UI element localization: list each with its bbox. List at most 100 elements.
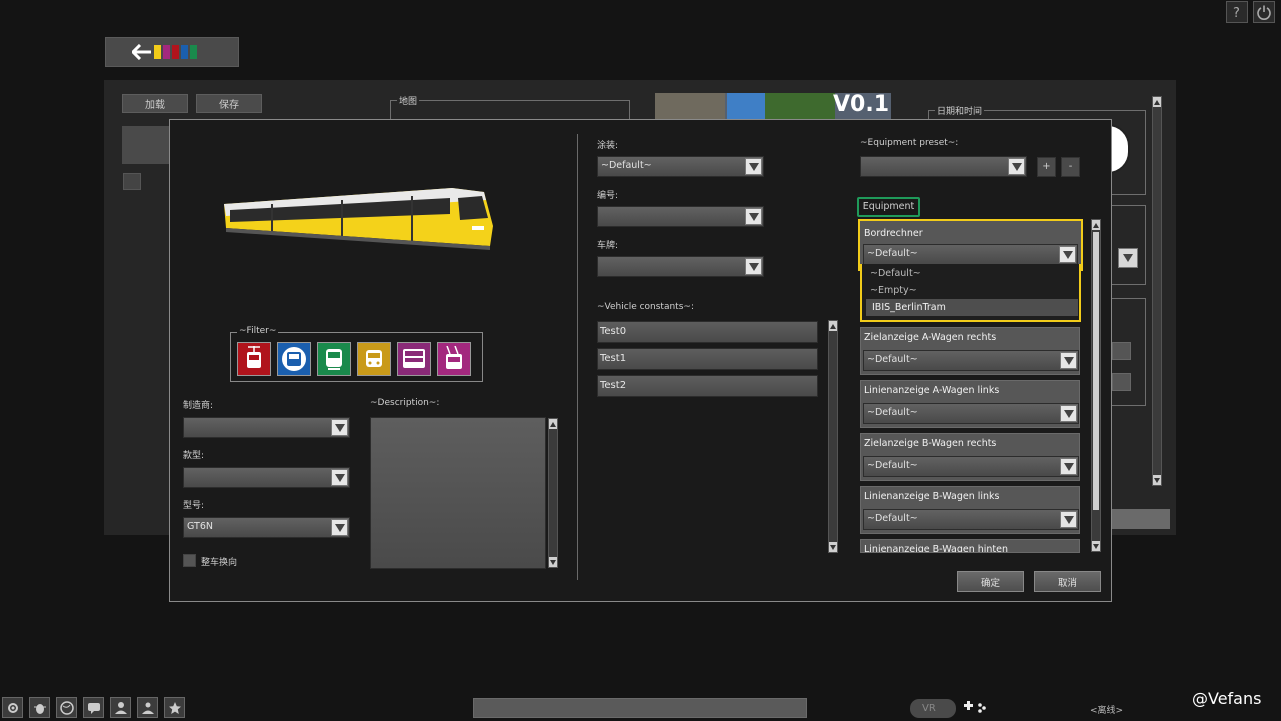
equipment-card[interactable]: Zielanzeige A-Wagen rechts ~Default~ — [860, 327, 1080, 375]
tram-icon[interactable] — [237, 342, 271, 376]
equipment-value: ~Default~ — [867, 407, 918, 418]
chevron-down-icon[interactable] — [1060, 405, 1077, 422]
trolleybus-icon[interactable] — [437, 342, 471, 376]
dropdown-option[interactable]: ~Empty~ — [870, 285, 917, 296]
scroll-up-icon[interactable] — [1092, 220, 1100, 230]
chevron-down-icon[interactable] — [331, 469, 348, 486]
constant-item[interactable]: Test1 — [597, 348, 818, 370]
reverse-checkbox[interactable] — [183, 554, 196, 567]
chevron-down-icon[interactable] — [745, 208, 762, 225]
person-icon[interactable] — [110, 697, 131, 718]
dropdown-option-selected[interactable]: IBIS_BerlinTram — [866, 299, 1078, 316]
equipment-value: ~Default~ — [867, 354, 918, 365]
plate-select[interactable] — [597, 256, 764, 277]
background-tile — [122, 126, 170, 164]
equipment-select[interactable]: ~Default~ — [863, 403, 1079, 424]
chevron-down-icon[interactable] — [331, 419, 348, 436]
bug-icon[interactable] — [29, 697, 50, 718]
preset-remove-button[interactable]: - — [1061, 157, 1080, 177]
cancel-button[interactable]: 取消 — [1034, 571, 1101, 592]
vr-toggle[interactable]: VR — [910, 699, 956, 718]
livery-value: ~Default~ — [601, 160, 652, 171]
background-button[interactable] — [1112, 509, 1170, 529]
equipment-select[interactable]: ~Default~ — [863, 509, 1079, 530]
chevron-down-icon[interactable] — [1060, 352, 1077, 369]
datetime-legend: 日期和时间 — [935, 104, 985, 117]
preset-add-button[interactable]: + — [1037, 157, 1056, 177]
chevron-down-icon[interactable] — [745, 258, 762, 275]
equipment-card[interactable]: Linienanzeige A-Wagen links ~Default~ — [860, 380, 1080, 428]
equipment-select[interactable]: ~Default~ — [863, 350, 1079, 371]
background-scrollbar[interactable] — [1152, 96, 1162, 486]
number-select[interactable] — [597, 206, 764, 227]
chevron-down-icon[interactable] — [1118, 248, 1138, 268]
equipment-title: Bordrechner — [864, 228, 923, 239]
double-decker-icon[interactable] — [397, 342, 431, 376]
constant-item[interactable]: Test0 — [597, 321, 818, 343]
equipment-preset-label: ~Equipment preset~: — [860, 138, 959, 148]
tram-preview-image — [222, 186, 494, 256]
back-button[interactable] — [105, 37, 239, 67]
chevron-down-icon[interactable] — [1059, 246, 1076, 263]
model-select[interactable] — [183, 467, 350, 488]
background-small-button[interactable] — [123, 173, 141, 190]
color-swatch — [181, 45, 188, 59]
equipment-title: Zielanzeige B-Wagen rechts — [864, 438, 997, 449]
help-icon[interactable]: ? — [1226, 1, 1248, 23]
save-button[interactable]: 保存 — [196, 94, 262, 113]
type-label: 型号: — [183, 501, 205, 511]
scroll-up-icon[interactable] — [829, 321, 837, 331]
globe-icon[interactable] — [56, 697, 77, 718]
dropdown-option[interactable]: ~Default~ — [870, 268, 921, 279]
tram-yellow-icon[interactable] — [357, 342, 391, 376]
equipment-scrollbar[interactable] — [1091, 219, 1101, 552]
gamepad-icon[interactable] — [960, 700, 990, 716]
train-icon[interactable] — [317, 342, 351, 376]
equipment-preset-select[interactable] — [860, 156, 1027, 177]
filter-legend: ~Filter~ — [237, 326, 279, 336]
scroll-down-icon[interactable] — [829, 542, 837, 552]
chevron-down-icon[interactable] — [745, 158, 762, 175]
background-small-button[interactable] — [1112, 373, 1131, 391]
star-icon[interactable] — [164, 697, 185, 718]
background-fieldset — [1112, 205, 1146, 285]
settings-icon[interactable] — [2, 697, 23, 718]
equipment-select[interactable]: ~Default~ — [863, 456, 1079, 477]
equipment-card[interactable]: Zielanzeige B-Wagen rechts ~Default~ — [860, 433, 1080, 481]
type-select[interactable]: GT6N — [183, 517, 350, 538]
equipment-card[interactable]: Linienanzeige B-Wagen links ~Default~ — [860, 486, 1080, 534]
description-scrollbar[interactable] — [548, 418, 558, 568]
group-icon[interactable] — [137, 697, 158, 718]
scroll-down-icon[interactable] — [1092, 541, 1100, 551]
chat-icon[interactable] — [83, 697, 104, 718]
equipment-title: Linienanzeige B-Wagen links — [864, 491, 1000, 502]
chevron-down-icon[interactable] — [1060, 458, 1077, 475]
equipment-tab[interactable]: Equipment — [857, 197, 920, 217]
bus-icon[interactable] — [277, 342, 311, 376]
color-swatch — [190, 45, 197, 59]
chevron-down-icon[interactable] — [1060, 511, 1077, 528]
chevron-down-icon[interactable] — [331, 519, 348, 536]
number-label: 编号: — [597, 191, 619, 201]
scroll-down-icon[interactable] — [1153, 475, 1161, 485]
equipment-title: Linienanzeige A-Wagen links — [864, 385, 1000, 396]
ok-button[interactable]: 确定 — [957, 571, 1024, 592]
constants-scrollbar[interactable] — [828, 320, 838, 553]
livery-select[interactable]: ~Default~ — [597, 156, 764, 177]
bordrechner-select[interactable]: ~Default~ — [863, 244, 1078, 265]
power-icon[interactable] — [1253, 1, 1275, 23]
background-small-button[interactable] — [1112, 342, 1131, 360]
load-button[interactable]: 加载 — [122, 94, 188, 113]
livery-label: 涂装: — [597, 141, 619, 151]
scroll-up-icon[interactable] — [1153, 97, 1161, 107]
description-textarea[interactable] — [370, 417, 546, 569]
equipment-card[interactable]: Linienanzeige B-Wagen hinten — [860, 539, 1080, 553]
constant-item[interactable]: Test2 — [597, 375, 818, 397]
equipment-title: Linienanzeige B-Wagen hinten — [864, 544, 1009, 553]
scroll-thumb[interactable] — [1093, 232, 1099, 510]
scroll-up-icon[interactable] — [549, 419, 557, 429]
bordrechner-dropdown-list: ~Default~ ~Empty~ IBIS_BerlinTram — [860, 264, 1081, 322]
scroll-down-icon[interactable] — [549, 557, 557, 567]
manufacturer-select[interactable] — [183, 417, 350, 438]
chevron-down-icon[interactable] — [1008, 158, 1025, 175]
